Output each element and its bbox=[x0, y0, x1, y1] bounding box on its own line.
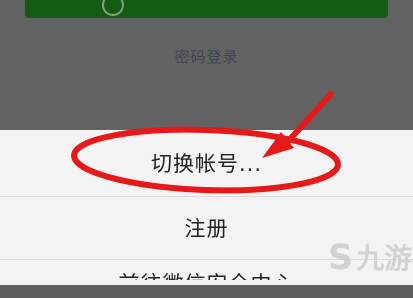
switch-account-menu-item[interactable]: 切换帐号... bbox=[0, 148, 413, 178]
watermark-logo: S 九游 bbox=[328, 232, 413, 285]
dimmed-background: 密码登录 bbox=[0, 0, 413, 130]
primary-login-button[interactable] bbox=[25, 0, 388, 18]
watermark-text: 九游 bbox=[356, 241, 413, 275]
watermark-symbol: S bbox=[328, 238, 354, 278]
menu-divider bbox=[0, 196, 413, 197]
password-login-link[interactable]: 密码登录 bbox=[0, 46, 413, 67]
